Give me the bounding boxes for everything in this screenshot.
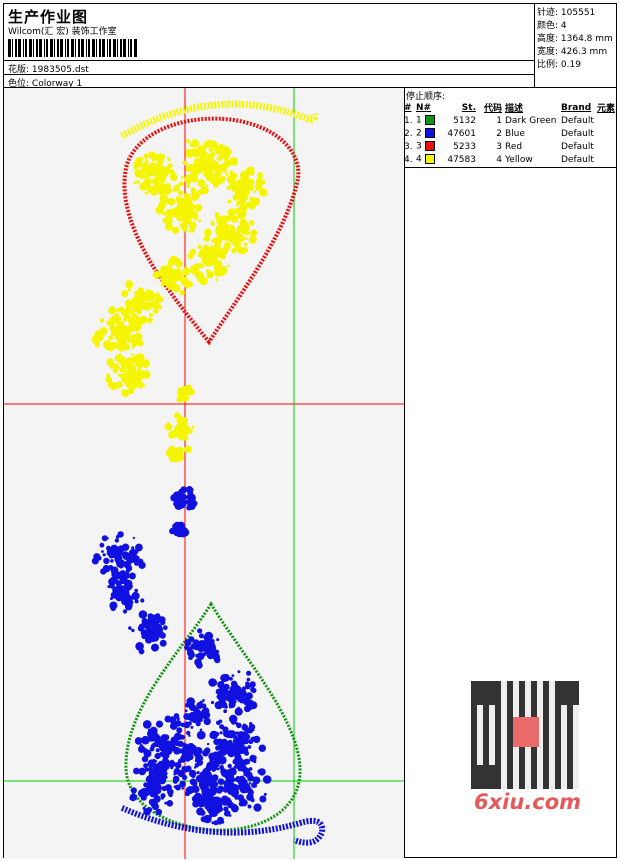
yellow-arc (120, 100, 318, 140)
stop-sequence-table: # N# St. 代码 描述 Brand 元素 1. 1 5132 1 Dark Gr… (404, 101, 619, 166)
color-swatch (424, 128, 435, 139)
stat-width: 宽度: 426.3 mm (537, 47, 608, 57)
stat-colors: 颜色: 4 (537, 21, 567, 31)
color-swatch (424, 154, 435, 165)
yellow-tree (91, 138, 268, 463)
barcode-icon (8, 39, 137, 57)
table-row: 1. 1 5132 1 Dark Green Default (404, 115, 594, 126)
stat-stitches: 针迹: 105551 (537, 8, 596, 18)
qr-code-icon (471, 681, 579, 789)
table-row: 2. 2 47601 2 Blue Default (404, 128, 594, 139)
table-row: 4. 4 47583 4 Yellow Default (404, 154, 594, 165)
table-header-row: # N# St. 代码 描述 Brand 元素 (404, 102, 616, 115)
stat-scale: 比例: 0.19 (537, 60, 581, 70)
color-swatch (424, 115, 435, 126)
blue-tree (91, 486, 272, 826)
table-row: 3. 3 5233 3 Red Default (404, 141, 594, 152)
design-canvas (4, 88, 404, 859)
watermark-text: 6xiu.com (474, 790, 582, 814)
embroidery-preview (4, 88, 404, 859)
blue-bottom-arc (120, 805, 326, 846)
color-swatch (424, 141, 435, 152)
stats-block: 针迹: 105551 颜色: 4 高度: 1364.8 mm 宽度: 426.3… (537, 5, 613, 70)
stat-height: 高度: 1364.8 mm (537, 34, 613, 44)
studio-name: Wilcom(汇 宏) 装饰工作室 (8, 27, 117, 37)
